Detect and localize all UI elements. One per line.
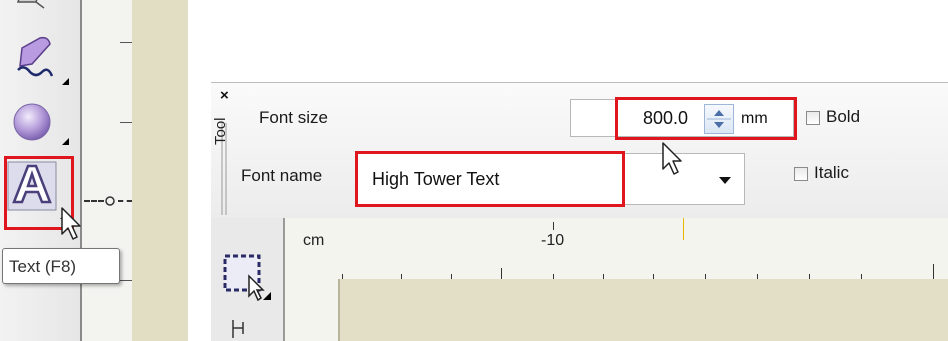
ruler-unit-label: cm [303, 232, 325, 249]
font-size-label: Font size [259, 108, 328, 127]
dropdown-arrow-icon[interactable] [718, 176, 732, 186]
mouse-cursor-icon [61, 207, 81, 240]
left-toolbox-panel: Text (F8) [0, 0, 188, 341]
vertical-ruler [82, 0, 132, 341]
guide-line [118, 200, 132, 204]
canvas-margin [285, 279, 338, 341]
selection-tool-icon[interactable] [223, 254, 279, 304]
toolbox [211, 218, 291, 341]
ruler-marker-icon [105, 196, 115, 206]
ruler-tick [933, 264, 934, 279]
submenu-corner-icon [62, 78, 69, 85]
drawing-canvas[interactable] [132, 0, 188, 341]
ruler-tick-label: -10 [541, 232, 565, 249]
drawing-canvas[interactable] [338, 279, 948, 341]
tooltip: Text (F8) [2, 248, 120, 284]
italic-label: Italic [814, 163, 849, 182]
freehand-tool-icon[interactable] [12, 34, 70, 86]
node-tool-icon[interactable] [229, 318, 249, 340]
ruler-tick [553, 222, 554, 230]
text-options-panel: × Tool Font size 800.0 mm Bold Font name [211, 82, 948, 341]
italic-checkbox[interactable] [794, 167, 808, 181]
tool-panel-label: Tool [212, 117, 229, 145]
ruler-tick [120, 122, 132, 123]
guide-line [84, 200, 104, 204]
mouse-cursor-icon [662, 142, 682, 175]
tool-panel-grip[interactable]: × Tool [211, 83, 239, 219]
bold-checkbox[interactable] [806, 111, 820, 125]
eraser-tool-icon[interactable] [14, 0, 54, 12]
highlight-box [355, 151, 625, 207]
ruler-position-marker [683, 218, 684, 240]
highlight-box [615, 97, 797, 140]
horizontal-ruler: cm -10 [285, 218, 948, 279]
ruler-tick [120, 42, 132, 43]
font-name-label: Font name [241, 166, 323, 185]
ruler-tick [120, 280, 132, 281]
submenu-corner-icon [62, 138, 69, 145]
property-bar: × Tool Font size 800.0 mm Bold Font name [211, 82, 948, 218]
ruler-tick [501, 268, 502, 279]
bold-label: Bold [826, 107, 861, 126]
ellipse-tool-icon[interactable] [10, 100, 70, 146]
workspace: cm -10 [211, 218, 948, 341]
